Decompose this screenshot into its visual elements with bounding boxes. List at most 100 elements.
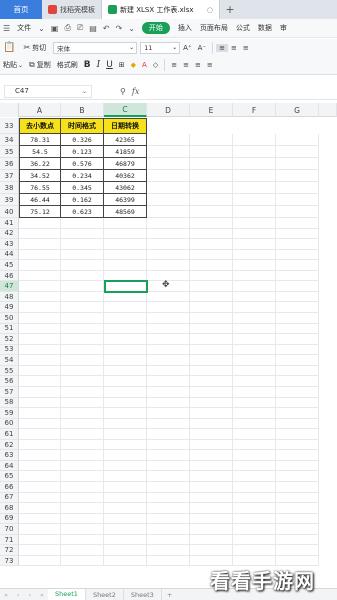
empty-cell[interactable] [233,158,276,170]
fx-button[interactable]: fx [132,87,139,96]
empty-cell[interactable] [276,355,319,366]
empty-cell[interactable] [104,418,147,430]
empty-cell[interactable] [104,302,147,314]
empty-cell[interactable] [190,146,233,158]
empty-cell[interactable] [19,334,61,345]
empty-cell[interactable] [61,534,104,546]
empty-cell[interactable] [147,249,190,261]
empty-cell[interactable] [19,281,61,292]
empty-cell[interactable] [190,239,233,250]
empty-cell[interactable] [61,281,104,292]
preview-icon[interactable]: ▤ [86,24,100,33]
column-header-b[interactable]: B [61,103,104,117]
new-tab-button[interactable]: + [220,0,240,19]
row-header[interactable]: 67 [0,492,19,504]
empty-cell[interactable] [61,355,104,366]
empty-cell[interactable] [147,146,190,158]
empty-cell[interactable] [276,471,319,482]
empty-cell[interactable] [190,228,233,240]
row-header[interactable]: 44 [0,249,19,261]
table-cell[interactable]: 46.44 [19,194,61,206]
paste-button[interactable]: 粘贴 ⌄ [0,60,26,70]
table-cell[interactable]: 78.31 [19,134,61,146]
empty-cell[interactable] [147,182,190,194]
empty-cell[interactable] [19,386,61,398]
empty-cell[interactable] [147,545,190,556]
empty-cell[interactable] [61,249,104,261]
empty-cell[interactable] [190,460,233,472]
empty-cell[interactable] [190,260,233,271]
tab-template[interactable]: 找稻壳模板 [42,0,102,19]
empty-cell[interactable] [190,270,233,282]
empty-cell[interactable] [276,313,319,324]
empty-cell[interactable] [61,460,104,472]
empty-cell[interactable] [19,429,61,440]
empty-cell[interactable] [104,365,147,377]
empty-cell[interactable] [190,355,233,366]
empty-cell[interactable] [233,355,276,366]
empty-cell[interactable] [233,228,276,240]
empty-cell[interactable] [233,334,276,345]
table-cell[interactable]: 34.52 [19,170,61,182]
empty-cell[interactable] [104,408,147,419]
menu-data[interactable]: 数据 [254,23,276,33]
empty-cell[interactable] [147,439,190,451]
empty-cell[interactable] [190,194,233,206]
empty-cell[interactable] [233,408,276,419]
empty-cell[interactable] [104,344,147,356]
empty-cell[interactable] [19,555,61,567]
table-cell[interactable]: 46879 [104,158,147,170]
empty-cell[interactable] [104,239,147,250]
redo-icon[interactable]: ↷ [113,24,126,33]
empty-cell[interactable] [276,260,319,271]
row-header[interactable]: 53 [0,344,19,356]
empty-cell[interactable] [276,270,319,282]
empty-cell[interactable] [233,492,276,504]
empty-cell[interactable] [190,313,233,324]
empty-cell[interactable] [19,397,61,409]
row-header[interactable]: 56 [0,376,19,387]
empty-cell[interactable] [276,218,319,229]
empty-cell[interactable] [233,534,276,546]
grow-font-button[interactable]: A⁺ [180,44,194,52]
empty-cell[interactable] [19,524,61,535]
row-header[interactable]: 37 [0,170,19,182]
column-header-c[interactable]: C [104,103,147,117]
row-header[interactable]: 33 [0,118,19,134]
empty-cell[interactable] [276,249,319,261]
first-sheet-icon[interactable]: « [0,591,12,599]
empty-cell[interactable] [233,344,276,356]
row-header[interactable]: 71 [0,534,19,546]
menu-start[interactable]: 开始 [141,22,170,34]
prev-sheet-icon[interactable]: ‹ [12,591,24,599]
empty-cell[interactable] [147,492,190,504]
empty-cell[interactable] [61,313,104,324]
empty-cell[interactable] [147,218,190,229]
row-header[interactable]: 50 [0,313,19,324]
empty-cell[interactable] [147,239,190,250]
menu-insert[interactable]: 插入 [174,23,196,33]
empty-cell[interactable] [104,323,147,335]
row-header[interactable]: 45 [0,260,19,271]
align-center-icon[interactable]: ≡ [180,61,192,69]
row-header[interactable]: 64 [0,460,19,472]
empty-cell[interactable] [147,194,190,206]
table-cell[interactable]: 40362 [104,170,147,182]
row-header[interactable]: 43 [0,239,19,250]
sheet-tab-2[interactable]: Sheet2 [86,588,124,600]
empty-cell[interactable] [147,365,190,377]
empty-cell[interactable] [276,182,319,194]
clear-format-icon[interactable]: ◇ [150,61,161,69]
empty-cell[interactable] [276,545,319,556]
empty-cell[interactable] [190,344,233,356]
empty-cell[interactable] [19,503,61,514]
empty-cell[interactable] [276,503,319,514]
empty-cell[interactable] [104,460,147,472]
empty-cell[interactable] [233,450,276,461]
empty-cell[interactable] [276,146,319,158]
empty-cell[interactable] [190,376,233,387]
empty-cell[interactable] [61,376,104,387]
empty-cell[interactable] [61,397,104,409]
align-top-icon[interactable]: ≡ [216,43,228,52]
menu-review[interactable]: 审 [276,23,291,33]
